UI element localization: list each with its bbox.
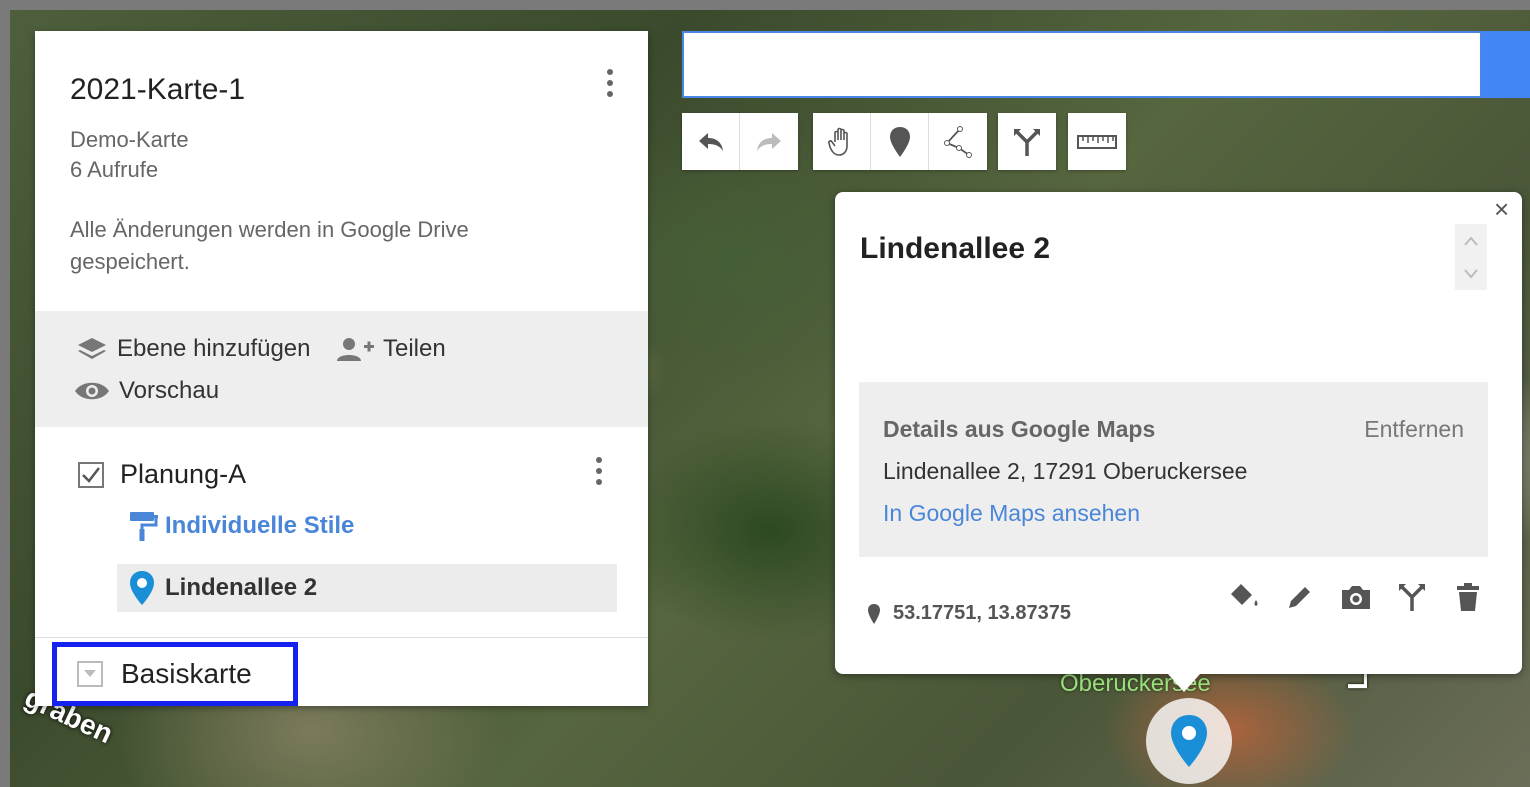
ruler-icon (1077, 134, 1117, 149)
layer-options-icon[interactable] (596, 457, 602, 485)
redo-icon (757, 132, 781, 151)
edit-button[interactable] (1283, 580, 1317, 614)
share-button[interactable]: Teilen (335, 335, 446, 363)
coordinates: 53.17751, 13.87375 (867, 602, 1071, 625)
layers-icon (75, 335, 109, 363)
measure-button[interactable] (1068, 113, 1126, 170)
measure-toolbar (1068, 113, 1126, 170)
hand-icon (827, 127, 848, 156)
share-label: Teilen (383, 335, 446, 362)
add-layer-button[interactable]: Ebene hinzufügen (75, 335, 311, 363)
history-toolbar (682, 113, 798, 170)
map-marker-icon (1171, 715, 1207, 767)
feature-navigation (1455, 224, 1487, 290)
panel-divider (35, 637, 648, 638)
paint-roller-icon (130, 512, 158, 541)
info-window: Lindenallee 2 Details aus Google Maps En… (835, 192, 1522, 674)
chevron-down-icon (77, 661, 103, 687)
layer-name[interactable]: Planung-A (120, 459, 246, 490)
map-description[interactable]: Demo-Karte (70, 125, 189, 155)
eye-icon (73, 377, 111, 405)
directions-icon (1014, 128, 1040, 156)
save-status-line-1: Alle Änderungen werden in Google Drive (70, 217, 469, 242)
remove-details-button[interactable]: Entfernen (1364, 416, 1464, 443)
add-layer-label: Ebene hinzufügen (117, 335, 311, 362)
add-marker-button[interactable] (871, 113, 929, 170)
map-views: 6 Aufrufe (70, 157, 159, 182)
directions-toolbar (998, 113, 1056, 170)
add-person-icon (335, 335, 375, 363)
map-options-icon[interactable] (607, 69, 613, 97)
details-heading: Details aus Google Maps (883, 416, 1156, 442)
directions-button[interactable] (1395, 580, 1429, 614)
map-panel: 2021-Karte-1 Demo-Karte 6 Aufrufe Alle Ä… (35, 31, 648, 706)
layer-styles-link[interactable]: Individuelle Stile (127, 509, 354, 543)
coordinates-text: 53.17751, 13.87375 (893, 602, 1071, 624)
search-input[interactable] (682, 31, 1482, 98)
draw-line-icon (944, 125, 972, 158)
undo-button[interactable] (682, 113, 740, 170)
map-title[interactable]: 2021-Karte-1 (70, 73, 245, 107)
chevron-up-icon[interactable] (1463, 235, 1479, 247)
select-tool-button[interactable] (813, 113, 871, 170)
panel-actions: Ebene hinzufügen Teilen Vorschau (35, 311, 648, 427)
open-in-google-maps-link[interactable]: In Google Maps ansehen (883, 500, 1140, 527)
pin-icon (868, 603, 880, 624)
pencil-icon (1289, 587, 1310, 608)
details-address: Lindenallee 2, 17291 Oberuckersee (883, 458, 1248, 484)
delete-button[interactable] (1451, 580, 1485, 614)
maps-details-box: Details aus Google Maps Entfernen Linden… (859, 382, 1488, 557)
save-status-line-2: gespeichert. (70, 249, 190, 274)
basemap-toggle[interactable]: Basiskarte (52, 642, 298, 706)
search-button[interactable] (1482, 31, 1530, 98)
chevron-down-icon[interactable] (1463, 268, 1479, 280)
place-item[interactable]: Lindenallee 2 (117, 564, 617, 612)
add-directions-button[interactable] (998, 113, 1056, 170)
place-item-label: Lindenallee 2 (165, 574, 318, 601)
basemap-label: Basiskarte (121, 658, 252, 689)
preview-button[interactable]: Vorschau (73, 377, 219, 405)
trash-icon (1457, 583, 1479, 611)
map-marker[interactable] (1146, 698, 1232, 784)
layer-visibility-checkbox[interactable] (78, 461, 104, 488)
preview-label: Vorschau (119, 377, 220, 404)
draw-toolbar (813, 113, 987, 170)
map-canvas[interactable]: graben Oberuckersee Linder 2021-Karte-1 … (10, 10, 1530, 787)
feature-tools (1227, 580, 1485, 614)
marker-icon (889, 126, 910, 157)
draw-line-button[interactable] (929, 113, 987, 170)
info-window-title[interactable]: Lindenallee 2 (860, 232, 1050, 266)
directions-icon (1399, 584, 1425, 611)
place-marker-icon (130, 571, 154, 605)
layer-styles-label: Individuelle Stile (165, 512, 355, 539)
camera-icon (1342, 586, 1370, 609)
undo-icon (698, 132, 723, 151)
check-icon (82, 466, 100, 483)
layer-header: Planung-A (78, 459, 246, 490)
paint-bucket-icon (1231, 584, 1258, 606)
close-icon[interactable]: × (1494, 196, 1509, 222)
redo-button[interactable] (740, 113, 798, 170)
style-button[interactable] (1227, 580, 1261, 614)
add-image-button[interactable] (1339, 580, 1373, 614)
info-window-pointer (1168, 674, 1200, 692)
